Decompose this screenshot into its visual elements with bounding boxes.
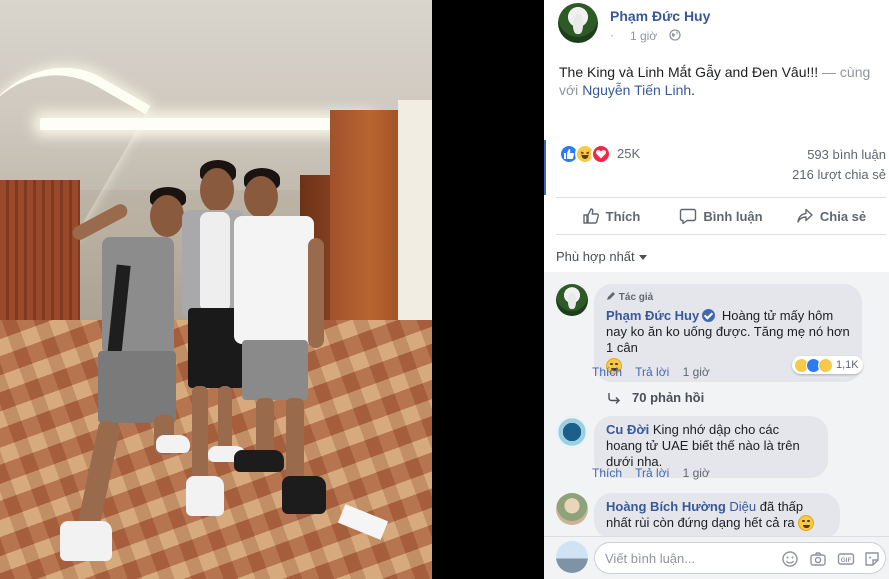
comment-sort-label: Phù hợp nhất [556, 249, 635, 264]
gif-icon[interactable]: GIF [837, 550, 855, 568]
comment-like-link[interactable]: Thích [592, 466, 622, 480]
time-separator: · [610, 28, 614, 42]
comment-item: Hoàng Bích Hường Diệu đã thấp nhất rùi c… [556, 493, 886, 539]
share-icon [797, 208, 813, 223]
comment-like-link[interactable]: Thích [592, 365, 622, 379]
comment-bubble: Hoàng Bích Hường Diệu đã thấp nhất rùi c… [594, 493, 840, 539]
comment-icon [680, 208, 697, 225]
camera-icon[interactable] [809, 550, 827, 568]
comment-avatar[interactable] [556, 493, 588, 525]
comment-item: Cu Đời King nhớ dập cho các hoang tử UAE… [556, 416, 886, 478]
author-avatar[interactable] [558, 3, 598, 43]
photo-person-right [234, 168, 334, 518]
smile-emoji-icon [798, 515, 815, 531]
author-name-link[interactable]: Phạm Đức Huy [610, 8, 710, 24]
share-button-label: Chia sẻ [819, 208, 867, 224]
focus-accent-line [544, 140, 546, 195]
share-count-link[interactable]: 216 lượt chia sẻ [792, 167, 886, 182]
comment-time[interactable]: 1 giờ [683, 466, 710, 480]
comment-avatar[interactable] [556, 284, 588, 316]
post-text-main: The King và Linh Mắt Gẫy and Đen Vâu!!! [559, 64, 819, 80]
comment-meta: Thích Trả lời 1 giờ [592, 466, 720, 480]
like-button-label: Thích [605, 208, 641, 224]
love-reaction-icon [591, 144, 611, 164]
like-button[interactable]: Thích [556, 198, 666, 234]
author-badge-label: Tác giả [618, 292, 654, 303]
photo-light-strip [40, 118, 370, 130]
comment-tag-link[interactable]: Diệu [729, 499, 756, 514]
comment-reply-link[interactable]: Trả lời [635, 365, 669, 379]
photo-person-left [60, 185, 190, 575]
pencil-icon [607, 292, 615, 300]
comment-button[interactable]: Bình luận [666, 198, 776, 234]
comment-count-link[interactable]: 593 bình luận [807, 147, 886, 162]
post-action-bar: Thích Bình luận Chia sẻ [556, 197, 886, 235]
comment-time[interactable]: 1 giờ [683, 365, 710, 379]
comment-input-box[interactable]: GIF [594, 542, 886, 574]
comment-sort-dropdown[interactable]: Phù hợp nhất [556, 249, 647, 264]
post-timestamp[interactable]: 1 giờ [630, 29, 657, 43]
comment-composer: GIF [544, 536, 889, 579]
globe-icon[interactable] [669, 29, 681, 41]
sticker-icon[interactable] [863, 550, 881, 568]
comment-reply-link[interactable]: Trả lời [635, 466, 669, 480]
like-icon [582, 208, 599, 224]
verified-icon [702, 309, 716, 322]
emoji-icon[interactable] [781, 550, 799, 568]
comment-reactions[interactable]: 1,1K [792, 356, 863, 374]
replies-count: 70 phản hồi [632, 390, 705, 405]
sad-reaction-icon [818, 357, 833, 373]
post-text-end: . [691, 82, 696, 98]
comment-author-link[interactable]: Phạm Đức Huy [606, 308, 699, 323]
comment-input[interactable] [605, 543, 775, 573]
post-panel: Phạm Đức Huy · 1 giờ The King và Linh Mắ… [544, 0, 889, 579]
post-text: The King và Linh Mắt Gẫy and Đen Vâu!!! … [559, 63, 879, 99]
comment-author-link[interactable]: Cu Đời [606, 422, 649, 437]
reaction-count[interactable]: 25K [617, 146, 640, 161]
svg-text:GIF: GIF [841, 557, 852, 564]
comment-author-link[interactable]: Hoàng Bích Hường [606, 499, 726, 514]
comment-meta: Thích Trả lời 1 giờ [592, 365, 720, 379]
comment-avatar[interactable] [556, 416, 588, 448]
share-button[interactable]: Chia sẻ [776, 198, 886, 234]
reply-arrow-icon [608, 393, 620, 404]
comment-reaction-count: 1,1K [836, 359, 859, 371]
composer-avatar [556, 541, 588, 573]
author-badge: Tác giả [606, 290, 850, 306]
post-photo[interactable] [0, 0, 432, 579]
comment-button-label: Bình luận [703, 208, 763, 224]
chevron-down-icon [638, 255, 647, 261]
tagged-user-link[interactable]: Nguyễn Tiến Linh [582, 82, 691, 98]
